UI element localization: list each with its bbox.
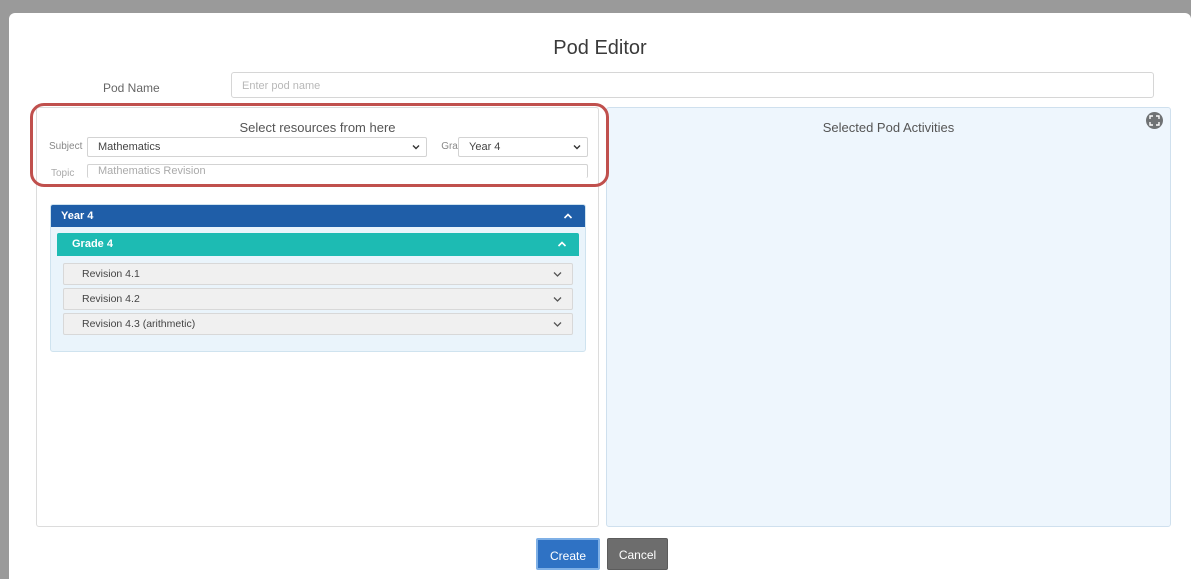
grade-accordion: Grade 4 Revision 4.1 Revision 4.2 Revisi… xyxy=(57,233,579,345)
pod-name-label: Pod Name xyxy=(103,81,160,95)
subject-label: Subject xyxy=(49,141,83,152)
subject-select[interactable]: Mathematics xyxy=(87,137,427,157)
chevron-down-icon xyxy=(573,145,581,150)
create-button[interactable]: Create xyxy=(536,538,600,570)
page-title: Pod Editor xyxy=(553,37,647,59)
pod-name-input[interactable]: Enter pod name xyxy=(231,72,1154,98)
chevron-down-icon xyxy=(412,145,420,150)
chevron-down-icon xyxy=(553,297,562,302)
year-accordion: Year 4 Grade 4 Revision 4.1 Revision 4.2 xyxy=(50,204,586,352)
list-item[interactable]: Revision 4.3 (arithmetic) xyxy=(63,313,573,335)
topic-select[interactable]: Mathematics Revision xyxy=(87,164,588,178)
year-accordion-header[interactable]: Year 4 xyxy=(51,205,585,227)
selected-activities-panel: Selected Pod Activities xyxy=(606,107,1171,527)
topic-select-value: Mathematics Revision xyxy=(98,165,206,177)
revision-label: Revision 4.3 (arithmetic) xyxy=(82,318,196,330)
resource-panel: Select resources from here Subject Mathe… xyxy=(36,107,599,527)
chevron-up-icon xyxy=(557,241,567,247)
chevron-up-icon xyxy=(563,213,573,219)
subject-select-value: Mathematics xyxy=(98,141,161,153)
year-accordion-label: Year 4 xyxy=(61,210,94,222)
revision-label: Revision 4.1 xyxy=(82,268,140,280)
list-item[interactable]: Revision 4.1 xyxy=(63,263,573,285)
grade-select[interactable]: Year 4 xyxy=(458,137,588,157)
revision-label: Revision 4.2 xyxy=(82,293,140,305)
list-item[interactable]: Revision 4.2 xyxy=(63,288,573,310)
grade-accordion-header[interactable]: Grade 4 xyxy=(57,233,579,256)
topic-label: Topic xyxy=(51,168,75,179)
chevron-down-icon xyxy=(553,322,562,327)
expand-icon[interactable] xyxy=(1146,112,1163,129)
cancel-button[interactable]: Cancel xyxy=(607,538,668,570)
expand-arrows-icon xyxy=(1149,115,1160,126)
resource-panel-heading: Select resources from here xyxy=(239,120,396,135)
pod-editor-dialog: Pod Editor Pod Name Enter pod name Selec… xyxy=(9,13,1191,579)
selected-activities-heading: Selected Pod Activities xyxy=(822,120,955,135)
chevron-down-icon xyxy=(553,272,562,277)
grade-accordion-label: Grade 4 xyxy=(72,238,113,250)
grade-select-value: Year 4 xyxy=(469,141,501,153)
